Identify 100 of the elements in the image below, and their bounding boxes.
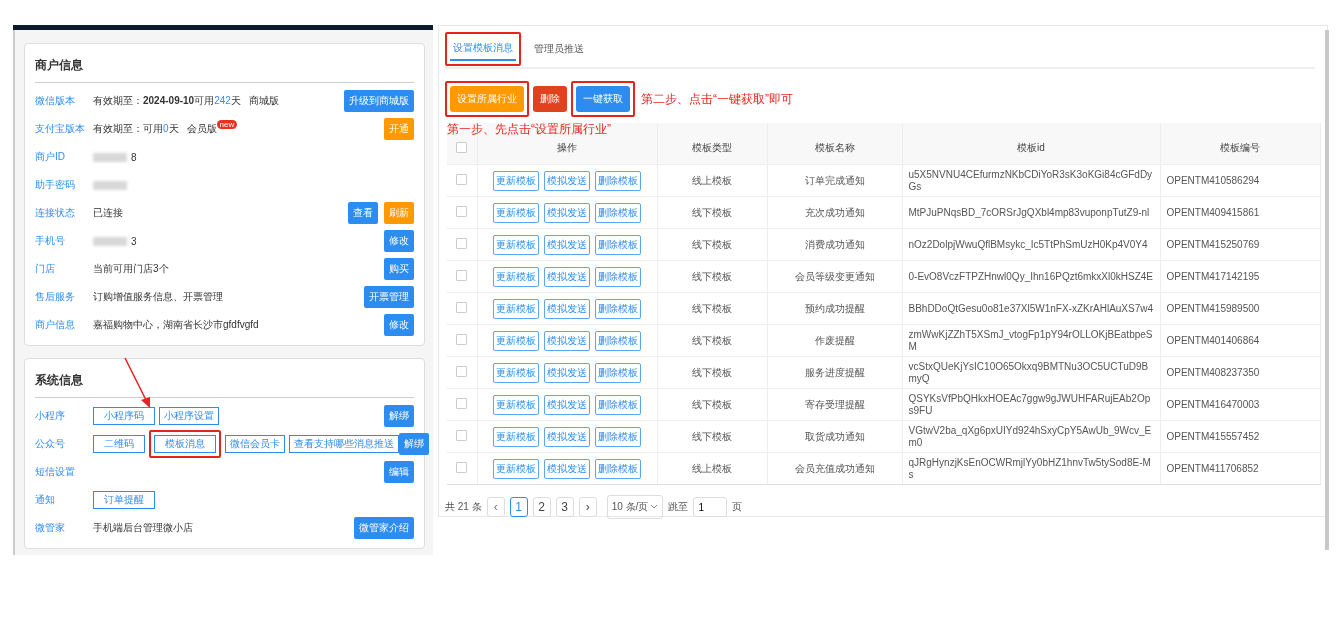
row-action-button[interactable]: 模拟发送: [544, 170, 590, 191]
tab[interactable]: 管理员推送: [531, 38, 587, 60]
link-button[interactable]: 查看支持哪些消息推送: [289, 435, 399, 453]
row-action-button[interactable]: 删除模板: [595, 458, 641, 479]
page-size-select[interactable]: 10 条/页: [606, 495, 664, 519]
row-checkbox[interactable]: [456, 430, 468, 441]
link-button[interactable]: 小程序码: [93, 407, 155, 425]
action-button[interactable]: 开通: [384, 118, 414, 140]
row-action-button[interactable]: 删除模板: [595, 170, 641, 191]
table-cell: 订单完成通知: [804, 174, 865, 186]
row-checkbox[interactable]: [456, 302, 468, 313]
row-action-button[interactable]: 模拟发送: [544, 202, 590, 223]
row-action-button[interactable]: 模拟发送: [544, 394, 590, 415]
row-action-button[interactable]: 更新模板: [493, 298, 539, 319]
action-button[interactable]: 微管家介绍: [354, 517, 414, 539]
row-action-button[interactable]: 更新模板: [493, 330, 539, 351]
field-value: 有效期至：可用0天 会员版: [93, 122, 217, 136]
table-cell: 消费成功通知: [804, 238, 865, 250]
previous-page-button[interactable]: ‹: [486, 497, 505, 517]
table-cell: OPENTM409415861: [1166, 207, 1260, 218]
field-label: 短信设置: [35, 465, 76, 479]
row-checkbox[interactable]: [456, 334, 468, 345]
toolbar-button[interactable]: 删除: [533, 86, 567, 112]
row-action-button[interactable]: 更新模板: [493, 170, 539, 191]
row-checkbox[interactable]: [456, 206, 468, 217]
table-cell: 线下模板: [692, 206, 732, 218]
row-action-button[interactable]: 更新模板: [493, 362, 539, 383]
row-action-button[interactable]: 删除模板: [595, 234, 641, 255]
row-action-button[interactable]: 删除模板: [595, 362, 641, 383]
row-checkbox[interactable]: [456, 398, 468, 409]
row-action-button[interactable]: 更新模板: [493, 458, 539, 479]
row-action-button[interactable]: 模拟发送: [544, 330, 590, 351]
table-cell: u5X5NVNU4CEfurmzNKbCDiYoR3sK3oKGi84cGFdDyGs: [908, 168, 1153, 192]
row-action-button[interactable]: 模拟发送: [544, 362, 590, 383]
table-cell: 寄存受理提醒: [804, 398, 865, 410]
row-action-button[interactable]: 更新模板: [493, 426, 539, 447]
table-cell: 作废提醒: [814, 334, 855, 346]
row-action-button[interactable]: 模拟发送: [544, 458, 590, 479]
toolbar-button[interactable]: 设置所属行业: [450, 86, 524, 112]
card-title: 商户信息: [35, 52, 414, 83]
row-action-button[interactable]: 删除模板: [595, 202, 641, 223]
table-cell: 充次成功通知: [804, 206, 865, 218]
page-button[interactable]: 2: [532, 497, 551, 517]
action-button[interactable]: 解绑: [384, 405, 414, 427]
field-value: 嘉福购物中心，湖南省长沙市gfdfvgfd: [93, 318, 259, 332]
row-action-button[interactable]: 删除模板: [595, 330, 641, 351]
card-title: 系统信息: [35, 367, 414, 398]
link-button[interactable]: 小程序设置: [159, 407, 219, 425]
row-action-button[interactable]: 更新模板: [493, 202, 539, 223]
row-checkbox[interactable]: [456, 238, 468, 249]
table-cell: 线下模板: [692, 430, 732, 442]
row-action-button[interactable]: 模拟发送: [544, 426, 590, 447]
table-cell: 线上模板: [692, 174, 732, 186]
row-action-button[interactable]: 删除模板: [595, 298, 641, 319]
table-cell: OPENTM408237350: [1166, 367, 1260, 378]
row-action-button[interactable]: 模拟发送: [544, 298, 590, 319]
page-button[interactable]: 1: [509, 497, 528, 517]
table-cell: 0-EvO8VczFTPZHnwl0Qy_Ihn16PQzt6mkxXl0kHSZ4E: [908, 270, 1154, 282]
action-button[interactable]: 修改: [384, 314, 414, 336]
column-header: 模板类型: [692, 142, 732, 153]
row-checkbox[interactable]: [456, 174, 468, 185]
row-checkbox[interactable]: [456, 366, 468, 377]
field-label: 通知: [35, 493, 56, 507]
action-button[interactable]: 修改: [384, 230, 414, 252]
page-unit: 页: [732, 500, 743, 514]
row-action-button[interactable]: 模拟发送: [544, 234, 590, 255]
row-checkbox[interactable]: [456, 270, 468, 281]
link-button[interactable]: 订单提醒: [93, 491, 155, 509]
scrollbar[interactable]: [1325, 30, 1329, 550]
row-action-button[interactable]: 删除模板: [595, 266, 641, 287]
action-button[interactable]: 解绑: [399, 433, 429, 455]
field-label: 商户信息: [35, 318, 76, 332]
link-button[interactable]: 模板消息: [154, 435, 216, 453]
field-label: 微管家: [35, 521, 66, 535]
column-header: 模板id: [1017, 142, 1045, 153]
action-button[interactable]: 查看: [348, 202, 378, 224]
field-value: 订购增值服务信息、开票管理: [93, 290, 223, 304]
action-button[interactable]: 开票管理: [364, 286, 414, 308]
table-cell: OPENTM415557452: [1166, 431, 1260, 442]
field-label: 连接状态: [35, 206, 76, 220]
tab[interactable]: 设置模板消息: [450, 37, 516, 61]
action-button[interactable]: 编辑: [384, 461, 414, 483]
action-button[interactable]: 刷新: [384, 202, 414, 224]
page-button[interactable]: 3: [555, 497, 574, 517]
link-button[interactable]: 微信会员卡: [225, 435, 285, 453]
row-action-button[interactable]: 模拟发送: [544, 266, 590, 287]
row-action-button[interactable]: 删除模板: [595, 394, 641, 415]
toolbar-button[interactable]: 一键获取: [576, 86, 630, 112]
action-button[interactable]: 升级到商城版: [344, 90, 414, 112]
row-action-button[interactable]: 更新模板: [493, 234, 539, 255]
row-action-button[interactable]: 更新模板: [493, 394, 539, 415]
row-checkbox[interactable]: [456, 462, 468, 473]
action-button[interactable]: 购买: [384, 258, 414, 280]
row-action-button[interactable]: 删除模板: [595, 426, 641, 447]
field-label: 手机号: [35, 234, 66, 248]
row-action-button[interactable]: 更新模板: [493, 266, 539, 287]
page-input[interactable]: 1: [693, 497, 728, 517]
link-button[interactable]: 二维码: [93, 435, 145, 453]
header-checkbox[interactable]: [456, 141, 468, 153]
next-page-button[interactable]: ›: [578, 497, 597, 517]
